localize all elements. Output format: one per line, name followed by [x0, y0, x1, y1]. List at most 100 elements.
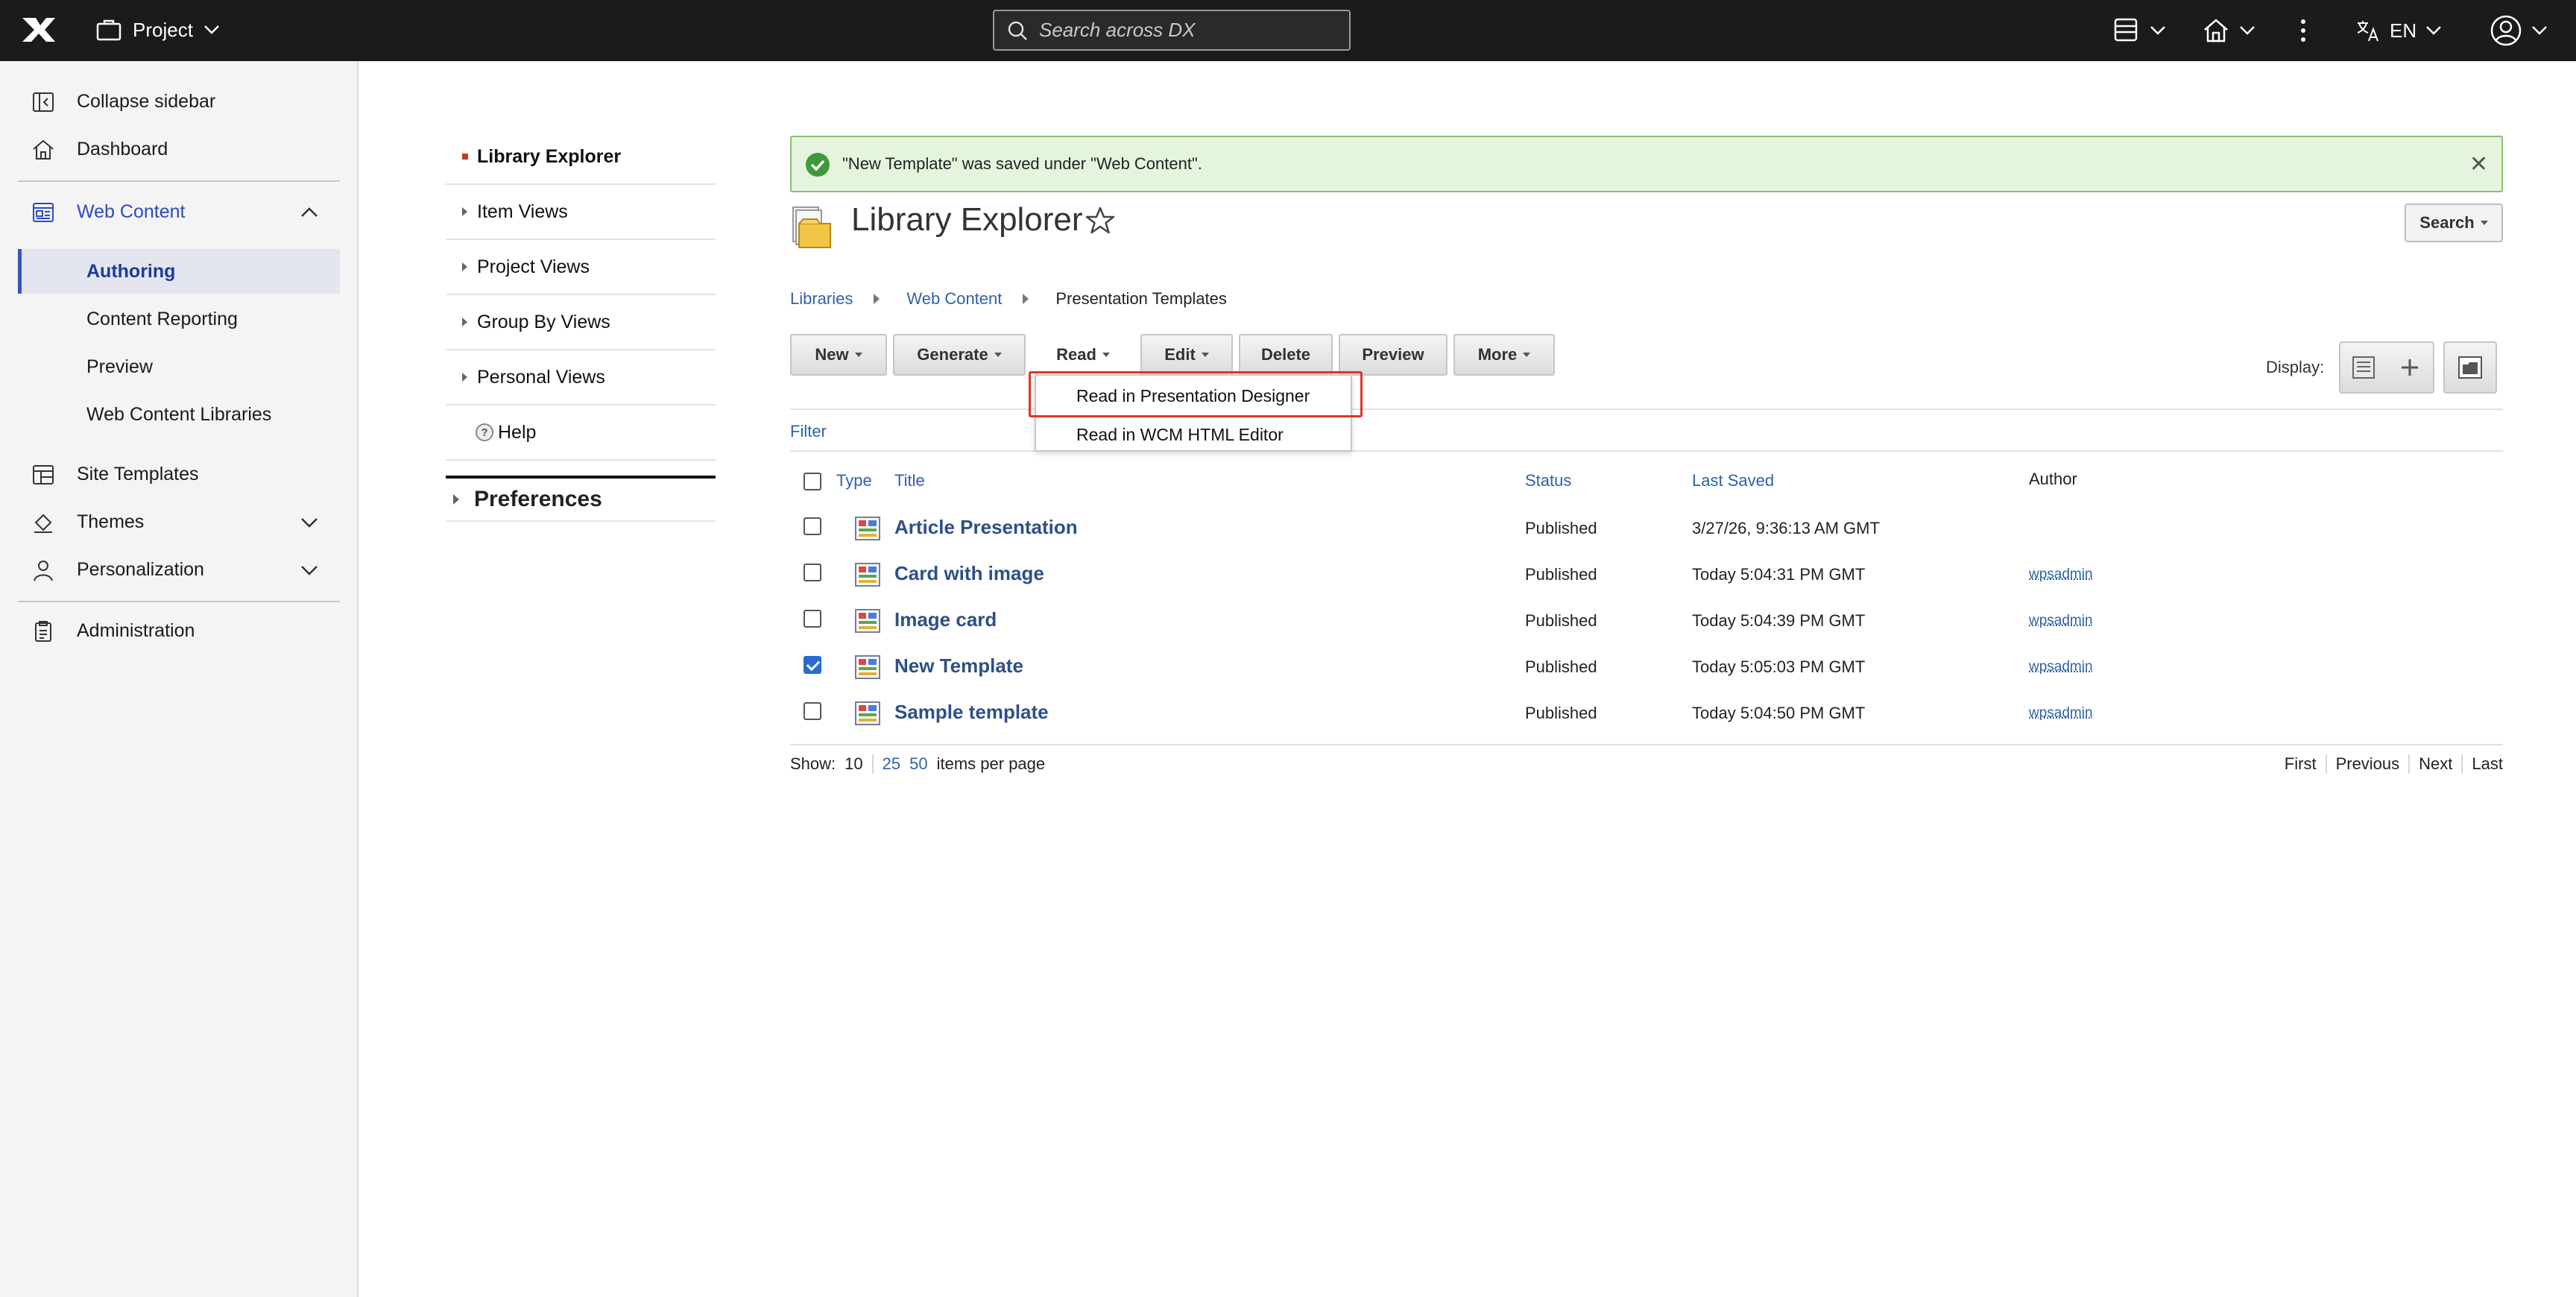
table-row[interactable]: Image card Published Today 5:04:39 PM GM… [790, 596, 2503, 643]
breadcrumb-web-content[interactable]: Web Content [906, 289, 1002, 309]
page-size-25[interactable]: 25 [871, 754, 909, 774]
sidebar: Collapse sidebar Dashboard Web Content A… [0, 61, 359, 1297]
list-view-button[interactable] [2340, 343, 2387, 392]
last-page-link[interactable]: Last [2461, 754, 2503, 774]
hcl-dx-logo-icon[interactable] [18, 12, 60, 48]
presentation-template-icon [855, 517, 880, 540]
column-last-saved[interactable]: Last Saved [1692, 471, 1774, 490]
sidebar-item-personalization[interactable]: Personalization [0, 549, 359, 590]
row-status: Published [1525, 657, 1597, 676]
items-per-page-label: items per page [936, 754, 1046, 773]
top-bar: Project EN [0, 0, 2576, 61]
content-dropdown[interactable] [2112, 13, 2166, 48]
delete-button[interactable]: Delete [1239, 334, 1333, 376]
sidebar-item-dashboard[interactable]: Dashboard [0, 128, 359, 170]
sidebar-item-themes[interactable]: Themes [0, 501, 359, 543]
sidebar-item-site-templates[interactable]: Site Templates [0, 453, 359, 495]
library-nav-panel: Library Explorer Item Views Project View… [446, 130, 716, 522]
close-alert-button[interactable]: ✕ [2469, 152, 2488, 177]
nav-library-explorer[interactable]: Library Explorer [446, 130, 716, 185]
language-label: EN [2390, 19, 2417, 42]
nav-help[interactable]: ? Help [446, 405, 716, 461]
nav-preferences[interactable]: Preferences [446, 476, 716, 522]
language-selector[interactable]: EN [2355, 13, 2442, 48]
search-input[interactable] [1039, 19, 1330, 42]
nav-group-by-views[interactable]: Group By Views [446, 295, 716, 350]
home-icon [2204, 19, 2228, 42]
row-title[interactable]: Card with image [894, 562, 1044, 585]
row-author[interactable]: wpsadmin [2029, 659, 2093, 675]
chevron-down-icon [301, 566, 318, 575]
user-menu[interactable] [2490, 13, 2548, 48]
table-row[interactable]: Card with image Published Today 5:04:31 … [790, 550, 2503, 596]
row-author[interactable]: wpsadmin [2029, 567, 2093, 583]
edit-button[interactable]: Edit [1140, 334, 1233, 376]
sidebar-item-web-content-libraries[interactable]: Web Content Libraries [18, 392, 340, 437]
chevron-down-icon [204, 25, 219, 34]
row-checkbox[interactable] [804, 564, 821, 581]
row-last-saved: Today 5:05:03 PM GMT [1692, 657, 1866, 676]
sidebar-divider [18, 180, 340, 182]
project-selector[interactable]: Project [95, 15, 220, 45]
home-dropdown[interactable] [2202, 13, 2255, 48]
column-type[interactable]: Type [836, 471, 872, 490]
page-size-10[interactable]: 10 [836, 754, 871, 774]
sidebar-item-administration[interactable]: Administration [0, 610, 359, 651]
expand-arrow-icon [462, 373, 467, 382]
first-page-link[interactable]: First [2276, 754, 2326, 774]
global-search [993, 10, 1351, 51]
row-author[interactable]: wpsadmin [2029, 613, 2093, 629]
column-status[interactable]: Status [1525, 471, 1571, 490]
row-title[interactable]: Sample template [894, 701, 1049, 724]
show-label: Show: [790, 754, 836, 773]
new-button[interactable]: New [790, 334, 887, 376]
row-status: Published [1525, 611, 1597, 630]
plus-icon [2402, 359, 2418, 376]
more-button[interactable]: More [1453, 334, 1555, 376]
table-row[interactable]: New Template Published Today 5:05:03 PM … [790, 643, 2503, 689]
collapse-sidebar-button[interactable]: Collapse sidebar [0, 81, 359, 122]
column-title[interactable]: Title [894, 471, 925, 490]
nav-personal-views[interactable]: Personal Views [446, 350, 716, 405]
presentation-template-icon [855, 563, 880, 587]
check-circle-icon [806, 153, 830, 177]
sidebar-item-content-reporting[interactable]: Content Reporting [18, 297, 340, 341]
filter-link[interactable]: Filter [790, 422, 827, 441]
row-last-saved: Today 5:04:39 PM GMT [1692, 611, 1866, 630]
row-title[interactable]: Image card [894, 608, 997, 631]
row-status: Published [1525, 704, 1597, 722]
table-bottom-divider [790, 744, 2503, 745]
sidebar-item-preview[interactable]: Preview [18, 344, 340, 389]
person-icon [34, 561, 53, 581]
row-checkbox[interactable] [804, 656, 821, 674]
select-all-checkbox[interactable] [804, 473, 821, 490]
preview-button[interactable]: Preview [1339, 334, 1448, 376]
nav-item-views[interactable]: Item Views [446, 185, 716, 240]
row-checkbox[interactable] [804, 702, 821, 720]
favorite-star-icon[interactable] [1085, 206, 1115, 236]
library-folder-icon [792, 206, 831, 248]
row-author[interactable]: wpsadmin [2029, 705, 2093, 722]
row-title[interactable]: New Template [894, 654, 1023, 678]
generate-button[interactable]: Generate [893, 334, 1026, 376]
nav-project-views[interactable]: Project Views [446, 240, 716, 295]
folder-view-button[interactable] [2443, 341, 2497, 394]
sidebar-item-authoring[interactable]: Authoring [18, 249, 340, 294]
row-checkbox[interactable] [804, 517, 821, 535]
menu-item-read-in-wcm-html-editor[interactable]: Read in WCM HTML Editor [1036, 416, 1351, 453]
more-menu-button[interactable] [2297, 13, 2309, 48]
search-dropdown-button[interactable]: Search [2405, 203, 2503, 242]
next-page-link[interactable]: Next [2408, 754, 2461, 774]
add-view-button[interactable] [2387, 343, 2433, 392]
sidebar-item-web-content[interactable]: Web Content [0, 191, 359, 233]
menu-item-read-in-presentation-designer[interactable]: Read in Presentation Designer [1036, 377, 1351, 414]
table-row[interactable]: Article Presentation Published 3/27/26, … [790, 504, 2503, 550]
row-title[interactable]: Article Presentation [894, 516, 1078, 539]
display-mode-group [2339, 341, 2434, 394]
read-button[interactable]: Read [1032, 334, 1134, 376]
table-row[interactable]: Sample template Published Today 5:04:50 … [790, 689, 2503, 735]
row-checkbox[interactable] [804, 610, 821, 628]
previous-page-link[interactable]: Previous [2325, 754, 2409, 774]
page-size-50[interactable]: 50 [909, 754, 936, 774]
breadcrumb-libraries[interactable]: Libraries [790, 289, 853, 309]
